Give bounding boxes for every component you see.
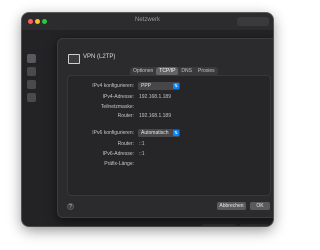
service-title: VPN (L2TP): [83, 54, 116, 60]
chevron-updown-icon: ⇅: [173, 83, 179, 89]
sidebar-item-bluetooth[interactable]: [27, 67, 36, 76]
title-bar: Netzwerk: [22, 13, 273, 30]
sidebar-item-vpn[interactable]: [27, 93, 36, 102]
ipv4-router-value: 192.168.1.189: [139, 113, 171, 119]
ipv6-configure-value: Automatisch: [141, 130, 169, 136]
vpn-details-sheet: VPN (L2TP) Optionen TCP/IP DNS Proxies I…: [57, 38, 273, 218]
background-button-2[interactable]: [240, 224, 268, 226]
ipv4-configure-label: IPv4 konfigurieren:: [92, 83, 134, 89]
sidebar-item-wifi[interactable]: [27, 54, 36, 63]
vpn-service-icon: [68, 54, 80, 64]
ipv4-configure-popup[interactable]: PPP ⇅: [138, 82, 180, 90]
prefix-length-label: Präfix-Länge:: [104, 161, 134, 167]
sidebar: [26, 50, 38, 220]
network-settings-window: Netzwerk ⌄ VPN (L2TP) Optionen TCP/IP DN…: [22, 13, 273, 226]
sidebar-item-network[interactable]: [27, 80, 36, 89]
ipv6-configure-popup[interactable]: Automatisch ⇅: [138, 129, 180, 137]
ipv4-address-label: IPv4-Adresse:: [102, 94, 134, 100]
search-field[interactable]: [237, 17, 269, 26]
ipv6-configure-label: IPv6 konfigurieren:: [92, 130, 134, 136]
ipv6-address-label: IPv6-Adresse:: [102, 151, 134, 157]
ipv4-router-label: Router:: [117, 113, 134, 119]
tcpip-panel: IPv4 konfigurieren: PPP ⇅ IPv4-Adresse: …: [67, 75, 271, 196]
ipv6-router-value: ::1: [139, 141, 145, 147]
ipv4-address-value: 192.168.1.189: [139, 94, 171, 100]
window-title: Netzwerk: [134, 17, 160, 23]
chevron-updown-icon: ⇅: [173, 130, 179, 136]
ipv6-router-label: Router:: [117, 141, 134, 147]
ipv6-address-value: ::1: [139, 151, 145, 157]
background-button-1[interactable]: [202, 224, 236, 226]
ok-button[interactable]: OK: [250, 202, 270, 210]
ipv4-configure-value: PPP: [141, 83, 152, 89]
subnet-mask-label: Teilnetzmaske:: [100, 104, 134, 110]
help-button[interactable]: ?: [67, 203, 74, 210]
cancel-button[interactable]: Abbrechen: [217, 202, 246, 210]
